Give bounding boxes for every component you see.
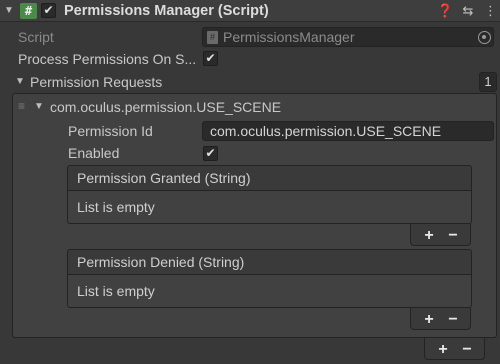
requests-remove-button[interactable]: − [456,340,478,360]
script-icon: # [20,3,37,19]
process-on-start-checkbox[interactable]: ✔ [203,51,218,66]
list-size-field[interactable]: 1 [479,72,497,92]
process-on-start-label: Process Permissions On S... [18,51,197,67]
drag-handle-icon[interactable]: ≡ [18,100,25,112]
component-title: Permissions Manager (Script) [64,3,269,19]
component-foldout-icon[interactable]: ▼ [4,0,14,22]
script-label: Script [18,29,54,45]
granted-remove-button[interactable]: − [442,226,464,246]
permission-id-input[interactable]: com.oculus.permission.USE_SCENE [202,121,494,141]
enabled-checkbox[interactable]: ✔ [203,146,218,161]
granted-add-button[interactable]: + [418,226,440,246]
script-field-value: PermissionsManager [223,29,355,45]
requests-add-button[interactable]: + [432,340,454,360]
permission-requests-foldout-icon[interactable]: ▼ [15,71,25,93]
enabled-label: Enabled [68,145,120,161]
permission-requests-label: Permission Requests [30,74,163,90]
denied-list-empty: List is empty [67,275,472,308]
denied-list-header: Permission Denied (String) [67,249,472,275]
element-title: com.oculus.permission.USE_SCENE [50,99,282,115]
granted-list-empty: List is empty [67,191,472,224]
permission-id-label: Permission Id [68,123,153,139]
script-field[interactable]: # PermissionsManager [202,27,494,47]
object-picker-icon[interactable] [478,31,491,44]
presets-icon[interactable]: ⇆ [459,0,477,22]
component-enabled-checkbox[interactable]: ✔ [41,3,56,18]
element-foldout-icon[interactable]: ▼ [34,96,44,118]
menu-icon[interactable]: ⋮ [484,0,497,22]
denied-add-button[interactable]: + [418,310,440,330]
granted-list-header: Permission Granted (String) [67,165,472,191]
help-icon[interactable]: ❓ [437,0,453,22]
cs-script-icon: # [207,31,218,44]
denied-remove-button[interactable]: − [442,310,464,330]
